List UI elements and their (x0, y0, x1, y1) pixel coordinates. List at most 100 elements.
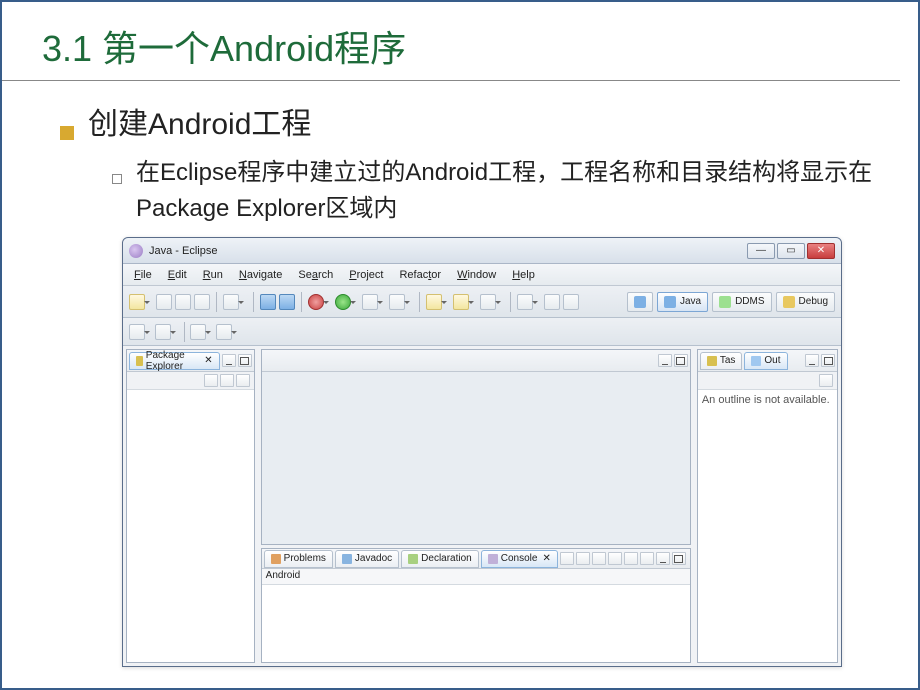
open-perspective-button[interactable] (627, 292, 653, 312)
eclipse-app-icon (129, 244, 143, 258)
print-button[interactable] (194, 294, 210, 310)
javadoc-tab[interactable]: Javadoc (335, 550, 399, 568)
menu-refactor[interactable]: Refactor (392, 267, 448, 283)
collapse-all-button[interactable] (204, 374, 218, 387)
declaration-label: Declaration (421, 553, 472, 564)
toolbar-separator (419, 292, 420, 312)
console-maximize-button[interactable] (672, 552, 686, 565)
bullet-level-1: 创建Android工程 (2, 81, 918, 143)
console-display-button[interactable] (576, 552, 590, 565)
run-button[interactable] (335, 294, 351, 310)
search-button-tb[interactable] (517, 294, 533, 310)
perspective-ddms-label: DDMS (735, 296, 764, 307)
nav-history-button[interactable] (190, 324, 206, 340)
menu-navigate[interactable]: Navigate (232, 267, 289, 283)
build-button[interactable] (223, 294, 239, 310)
view-menu-button[interactable] (236, 374, 250, 387)
close-button[interactable]: ✕ (807, 243, 835, 259)
package-explorer-icon (136, 356, 143, 366)
console-scroll-lock-button[interactable] (608, 552, 622, 565)
package-explorer-body[interactable] (127, 390, 254, 662)
package-explorer-tab[interactable]: Package Explorer ✕ (129, 352, 220, 370)
bullet-hollow-square-icon (112, 174, 122, 184)
annotation-button[interactable] (563, 294, 579, 310)
outline-toolbar (698, 372, 837, 390)
link-editor-button[interactable] (220, 374, 234, 387)
outline-empty-message: An outline is not available. (702, 394, 830, 406)
outline-minimize-button[interactable] (805, 354, 819, 367)
outline-pane: Tas Out An outline is not available. (697, 349, 838, 663)
task-list-tab[interactable]: Tas (700, 352, 743, 370)
menu-file[interactable]: FFileile (127, 267, 159, 283)
toggle-mark-button[interactable] (544, 294, 560, 310)
avd-manager-button[interactable] (279, 294, 295, 310)
new-button[interactable] (129, 294, 145, 310)
toolbar-separator (216, 292, 217, 312)
console-body[interactable] (262, 585, 690, 662)
outline-tab[interactable]: Out (744, 352, 787, 370)
editor-pane[interactable] (261, 349, 691, 545)
console-tab[interactable]: Console✕ (481, 550, 558, 568)
window-titlebar: Java - Eclipse — ▭ ✕ (123, 238, 841, 264)
console-clear-button[interactable] (592, 552, 606, 565)
maximize-button[interactable]: ▭ (777, 243, 805, 259)
console-pin-button[interactable] (560, 552, 574, 565)
outline-maximize-button[interactable] (821, 354, 835, 367)
outline-view-menu-button[interactable] (819, 374, 833, 387)
menu-search[interactable]: Search (291, 267, 340, 283)
pane-maximize-button[interactable] (238, 354, 252, 367)
minimize-button[interactable]: — (747, 243, 775, 259)
new-class-button[interactable] (453, 294, 469, 310)
console-open-button[interactable] (624, 552, 638, 565)
perspective-ddms[interactable]: DDMS (712, 292, 771, 312)
bullet-level-2: 在Eclipse程序中建立过的Android工程，工程名称和目录结构将显示在Pa… (2, 143, 918, 227)
outline-tabrow: Tas Out (698, 350, 837, 372)
debug-perspective-icon (783, 296, 795, 308)
run-last-button[interactable] (362, 294, 378, 310)
work-area: Package Explorer ✕ (123, 346, 841, 666)
bottom-views-pane: Problems Javadoc Declaration Console✕ (261, 548, 691, 663)
menu-window[interactable]: Window (450, 267, 503, 283)
ddms-perspective-icon (719, 296, 731, 308)
problems-label: Problems (284, 553, 326, 564)
tasklist-label: Tas (720, 355, 736, 366)
nav-bookmark-button[interactable] (216, 324, 232, 340)
problems-icon (271, 554, 281, 564)
nav-forward-button[interactable] (155, 324, 171, 340)
perspective-debug[interactable]: Debug (776, 292, 835, 312)
menu-help[interactable]: Help (505, 267, 542, 283)
sdk-manager-button[interactable] (260, 294, 276, 310)
center-area: Problems Javadoc Declaration Console✕ (258, 346, 694, 666)
eclipse-window: Java - Eclipse — ▭ ✕ FFileile Edit Run N… (122, 237, 842, 667)
nav-back-button[interactable] (129, 324, 145, 340)
editor-maximize-button[interactable] (674, 354, 688, 367)
pane-minimize-button[interactable] (222, 354, 236, 367)
console-select-button[interactable] (640, 552, 654, 565)
save-all-button[interactable] (175, 294, 191, 310)
outline-icon (751, 356, 761, 366)
subtitle-text: 创建Android工程 (88, 99, 311, 143)
debug-button[interactable] (308, 294, 324, 310)
open-type-button[interactable] (480, 294, 496, 310)
save-button[interactable] (156, 294, 172, 310)
menu-edit[interactable]: Edit (161, 267, 194, 283)
menu-run[interactable]: Run (196, 267, 230, 283)
bottom-tabrow: Problems Javadoc Declaration Console✕ (262, 549, 690, 569)
tasklist-icon (707, 356, 717, 366)
declaration-icon (408, 554, 418, 564)
declaration-tab[interactable]: Declaration (401, 550, 479, 568)
menu-bar: FFileile Edit Run Navigate Search Projec… (123, 264, 841, 286)
perspective-java-label: Java (680, 296, 701, 307)
description-text: 在Eclipse程序中建立过的Android工程，工程名称和目录结构将显示在Pa… (136, 155, 878, 227)
perspective-java[interactable]: Java (657, 292, 708, 312)
close-tab-icon[interactable]: ✕ (542, 553, 550, 564)
problems-tab[interactable]: Problems (264, 550, 333, 568)
external-tools-button[interactable] (389, 294, 405, 310)
close-tab-icon[interactable]: ✕ (204, 355, 212, 366)
console-minimize-button[interactable] (656, 552, 670, 565)
new-package-button[interactable] (426, 294, 442, 310)
editor-minimize-button[interactable] (658, 354, 672, 367)
package-explorer-tabrow: Package Explorer ✕ (127, 350, 254, 372)
javadoc-label: Javadoc (355, 553, 392, 564)
menu-project[interactable]: Project (342, 267, 390, 283)
